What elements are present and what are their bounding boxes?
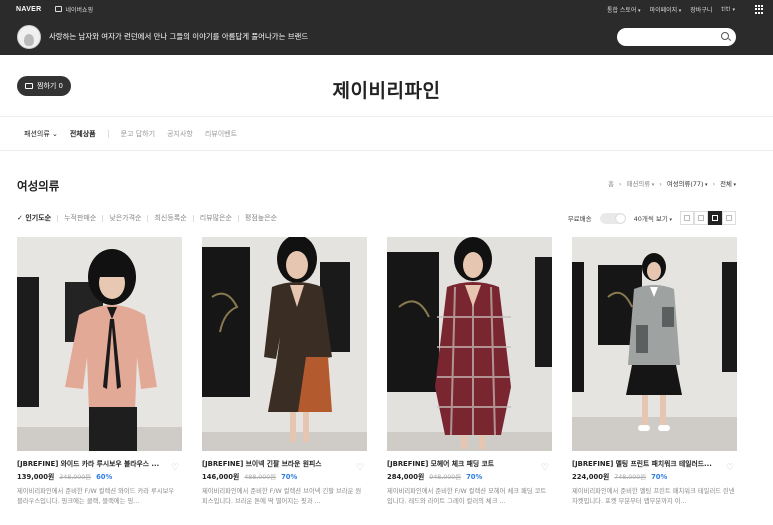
naver-shopping-label: 네이버쇼핑 — [65, 6, 94, 14]
free-shipping-toggle[interactable] — [599, 212, 626, 224]
product-price: 284,000원 — [387, 473, 425, 481]
product-description: 제이비리파인에서 준비한 F/W 컬렉션 브이넥 긴팔 브라운 원피스입니다. … — [202, 488, 362, 505]
breadcrumb-home[interactable]: 홈 — [608, 179, 614, 188]
store-search-input[interactable] — [617, 28, 736, 46]
sort-bar: 인기도순 누적판매순 낮은가격순 최신등록순 리뷰많은순 평점높은순 무료배송 … — [17, 211, 736, 225]
heart-icon[interactable]: ♡ — [171, 464, 180, 473]
shopping-bag-icon — [55, 6, 63, 12]
nav-item-fashion[interactable]: 패션의류 — [24, 129, 58, 139]
search-icon[interactable] — [721, 32, 729, 40]
product-description: 제이비리파인에서 준비한 F/W 컬렉션 와이드 카라 루시보우 블라우스입니다… — [17, 488, 175, 505]
breadcrumb-womens[interactable]: 여성의류(77) — [667, 179, 708, 188]
category-nav: 패션의류 전체상품 문고 답하기 공지사항 리뷰이벤트 — [0, 117, 773, 151]
nav-item-review-event[interactable]: 리뷰이벤트 — [205, 129, 237, 139]
store-header: 찜하기 0 제이비리파인 — [0, 55, 773, 117]
sort-popularity[interactable]: 인기도순 — [17, 213, 51, 223]
sort-newest[interactable]: 최신등록순 — [154, 213, 186, 223]
naver-logo[interactable]: NAVER — [16, 6, 41, 13]
product-name[interactable]: [JBREFINE] 와이드 카라 루시보우 블라우스 ... — [17, 458, 167, 468]
view-list-icon[interactable] — [680, 211, 694, 225]
breadcrumb-all[interactable]: 전체 — [720, 179, 736, 188]
product-name[interactable]: [JBREFINE] 모헤어 체크 패딩 코트 — [387, 458, 537, 468]
product-discount: 70% — [281, 473, 298, 481]
store-avatar[interactable] — [17, 24, 41, 49]
product-price: 224,000원 — [572, 473, 610, 481]
product-image[interactable] — [387, 237, 552, 451]
global-top-bar: NAVER 네이버쇼핑 통합 스토어 마이페이지 장바구니 t!t! — [0, 0, 773, 18]
product-name[interactable]: [JBREFINE] 멜팅 프린트 패치워크 테일러드... — [572, 458, 722, 468]
product-grid: [JBREFINE] 와이드 카라 루시보우 블라우스 ... ♡ 139,00… — [17, 237, 737, 507]
top-link-mypage[interactable]: 마이페이지 — [650, 5, 682, 14]
naver-shopping-link[interactable]: 네이버쇼핑 — [55, 5, 93, 14]
product-original-price: 948,000원 — [429, 474, 462, 481]
view-grid-small-icon[interactable] — [694, 211, 708, 225]
breadcrumb: 홈 › 패션의류 › 여성의류(77) › 전체 — [608, 179, 736, 189]
view-mode-switch — [680, 211, 736, 225]
page-title: 여성의류 — [17, 179, 60, 193]
breadcrumb-fashion[interactable]: 패션의류 — [627, 179, 655, 188]
nav-divider — [107, 129, 109, 138]
heart-icon[interactable]: ♡ — [541, 464, 550, 473]
nav-item-notice[interactable]: 공지사항 — [167, 129, 193, 139]
view-grid-large-icon[interactable] — [708, 211, 722, 225]
product-name[interactable]: [JBREFINE] 브이넥 긴팔 브라운 원피스 — [202, 458, 352, 468]
product-image[interactable] — [572, 237, 737, 451]
heart-icon[interactable]: ♡ — [726, 464, 735, 473]
store-name[interactable]: 제이비리파인 — [0, 76, 773, 103]
product-image[interactable] — [17, 237, 182, 451]
product-price: 139,000원 — [17, 473, 55, 481]
sort-sales[interactable]: 누적판매순 — [64, 213, 96, 223]
sort-reviews[interactable]: 리뷰많은순 — [200, 213, 232, 223]
per-page-select[interactable]: 40개씩 보기 — [634, 213, 672, 223]
sort-rating[interactable]: 평점높은순 — [245, 213, 277, 223]
nav-item-qna[interactable]: 문고 답하기 — [121, 129, 155, 139]
app-grid-icon[interactable] — [755, 5, 764, 14]
product-description: 제이비리파인에서 준비한 F/W 컬렉션 모헤어 체크 패딩 코트입니다. 레드… — [387, 488, 547, 505]
product-card[interactable]: [JBREFINE] 모헤어 체크 패딩 코트 ♡ 284,000원 948,0… — [387, 237, 552, 507]
product-image[interactable] — [202, 237, 367, 451]
heart-icon[interactable]: ♡ — [356, 464, 365, 473]
top-link-cart[interactable]: 장바구니 — [690, 5, 712, 14]
product-discount: 70% — [651, 473, 668, 481]
product-original-price: 488,000원 — [244, 474, 277, 481]
brand-slogan: 사랑하는 남자와 여자가 런던에서 만나 그들의 이야기를 아름답게 풀어나가는… — [49, 32, 309, 41]
product-card[interactable]: [JBREFINE] 브이넥 긴팔 브라운 원피스 ♡ 146,000원 488… — [202, 237, 367, 507]
sort-low-price[interactable]: 낮은가격순 — [109, 213, 141, 223]
sort-options: 인기도순 누적판매순 낮은가격순 최신등록순 리뷰많은순 평점높은순 — [17, 213, 277, 223]
product-description: 제이비리파인에서 준비한 멜팅 프린트 패치워크 테일러드 린넨 자켓입니다. … — [572, 488, 735, 505]
product-card[interactable]: [JBREFINE] 멜팅 프린트 패치워크 테일러드... ♡ 224,000… — [572, 237, 737, 507]
product-card[interactable]: [JBREFINE] 와이드 카라 루시보우 블라우스 ... ♡ 139,00… — [17, 237, 182, 507]
list-tools: 무료배송 40개씩 보기 — [568, 211, 736, 225]
product-discount: 70% — [466, 473, 483, 481]
free-shipping-label: 무료배송 — [567, 215, 592, 223]
product-price: 146,000원 — [202, 473, 240, 481]
store-banner: 사랑하는 남자와 여자가 런던에서 만나 그들의 이야기를 아름답게 풀어나가는… — [0, 18, 773, 55]
top-link-user[interactable]: t!t! — [721, 6, 735, 13]
nav-item-all-products[interactable]: 전체상품 — [70, 129, 96, 139]
product-original-price: 348,000원 — [59, 474, 92, 481]
product-original-price: 748,000원 — [614, 474, 647, 481]
top-links: 통합 스토어 마이페이지 장바구니 t!t! — [607, 0, 735, 18]
product-discount: 60% — [96, 473, 113, 481]
top-link-integrated-store[interactable]: 통합 스토어 — [607, 5, 641, 14]
view-grid-dense-icon[interactable] — [722, 211, 736, 225]
